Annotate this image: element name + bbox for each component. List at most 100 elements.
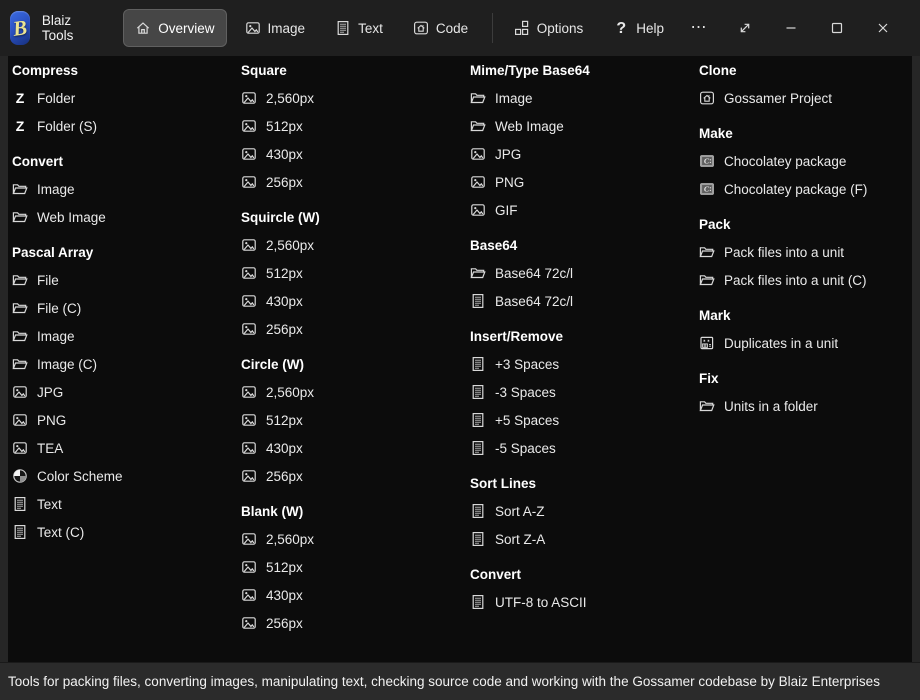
item-label: Base64 72c/l — [495, 266, 573, 281]
tool-section: ConvertImageWeb Image — [12, 149, 241, 231]
tool-column-3: Mime/Type Base64ImageWeb ImageJPGPNGGIFB… — [470, 58, 699, 662]
item-label: Text — [37, 497, 62, 512]
tool-item[interactable]: 2,560px — [241, 84, 470, 112]
text-doc-icon — [12, 524, 28, 540]
tool-item[interactable]: 2,560px — [241, 378, 470, 406]
tool-section: Sort LinesSort A-ZSort Z-A — [470, 471, 699, 553]
tool-item[interactable]: 256px — [241, 315, 470, 343]
tool-item[interactable]: Base64 72c/l — [470, 287, 699, 315]
tool-section: FixUnits in a folder — [699, 366, 912, 420]
item-label: 2,560px — [266, 385, 314, 400]
section-title: Fix — [699, 366, 912, 392]
tool-item[interactable]: 430px — [241, 287, 470, 315]
text-doc-icon — [12, 496, 28, 512]
tool-section: PackPack files into a unitPack files int… — [699, 212, 912, 294]
tool-item[interactable]: File — [12, 266, 241, 294]
duplicates-icon — [699, 335, 715, 351]
tool-item[interactable]: 2,560px — [241, 231, 470, 259]
code-window-icon — [413, 20, 429, 36]
titlebar-menu: Options? Help — [502, 9, 676, 47]
help-button[interactable]: ? Help — [601, 9, 676, 47]
folder-icon — [12, 356, 28, 372]
tool-item[interactable]: JPG — [470, 140, 699, 168]
item-label: 430px — [266, 294, 303, 309]
tab-code[interactable]: Code — [401, 9, 480, 47]
text-doc-icon — [470, 440, 486, 456]
section-title: Squircle (W) — [241, 205, 470, 231]
options-button[interactable]: Options — [502, 9, 596, 47]
tool-item[interactable]: Units in a folder — [699, 392, 912, 420]
item-label: 430px — [266, 441, 303, 456]
tool-item[interactable]: Text (C) — [12, 518, 241, 546]
tool-item[interactable]: 430px — [241, 434, 470, 462]
tool-section: ConvertUTF-8 to ASCII — [470, 562, 699, 616]
tool-item[interactable]: -3 Spaces — [470, 378, 699, 406]
titlebar-divider — [492, 13, 493, 43]
tool-item[interactable]: 256px — [241, 462, 470, 490]
tab-overview[interactable]: Overview — [123, 9, 226, 47]
tab-label: Overview — [158, 21, 214, 36]
tool-item[interactable]: 256px — [241, 168, 470, 196]
tool-item[interactable]: Sort Z-A — [470, 525, 699, 553]
tool-item[interactable]: Pack files into a unit (C) — [699, 266, 912, 294]
folder-icon — [470, 118, 486, 134]
tool-item[interactable]: -5 Spaces — [470, 434, 699, 462]
tool-item[interactable]: 512px — [241, 112, 470, 140]
tool-item[interactable]: 2,560px — [241, 525, 470, 553]
tool-item[interactable]: Gossamer Project — [699, 84, 912, 112]
tool-item[interactable]: ZFolder (S) — [12, 112, 241, 140]
tool-item[interactable]: +5 Spaces — [470, 406, 699, 434]
tool-item[interactable]: Duplicates in a unit — [699, 329, 912, 357]
tool-item[interactable]: Pack files into a unit — [699, 238, 912, 266]
expand-button[interactable] — [722, 11, 768, 45]
close-button[interactable] — [860, 11, 906, 45]
color-wheel-icon — [12, 468, 28, 484]
tool-item[interactable]: 256px — [241, 609, 470, 637]
tool-item[interactable]: PNG — [470, 168, 699, 196]
tool-item[interactable]: 512px — [241, 259, 470, 287]
tool-item[interactable]: Web Image — [470, 112, 699, 140]
tool-item[interactable]: CChocolatey package (F) — [699, 175, 912, 203]
tool-item[interactable]: GIF — [470, 196, 699, 224]
tool-item[interactable]: Image — [12, 322, 241, 350]
tab-image[interactable]: Image — [233, 9, 318, 47]
tool-item[interactable]: Color Scheme — [12, 462, 241, 490]
maximize-button[interactable] — [814, 11, 860, 45]
tool-item[interactable]: 512px — [241, 553, 470, 581]
help-icon: ? — [613, 20, 629, 36]
item-label: -3 Spaces — [495, 385, 556, 400]
app-title: Blaiz Tools — [42, 13, 79, 43]
tool-item[interactable]: 512px — [241, 406, 470, 434]
tab-text[interactable]: Text — [323, 9, 395, 47]
image-icon — [241, 293, 257, 309]
section-title: Square — [241, 58, 470, 84]
tool-item[interactable]: JPG — [12, 378, 241, 406]
tool-item[interactable]: 430px — [241, 140, 470, 168]
tool-item[interactable]: Sort A-Z — [470, 497, 699, 525]
tool-item[interactable]: Text — [12, 490, 241, 518]
more-button[interactable]: ⋯ — [676, 11, 722, 45]
tool-item[interactable]: Image — [470, 84, 699, 112]
tool-item[interactable]: 430px — [241, 581, 470, 609]
tool-item[interactable]: Image (C) — [12, 350, 241, 378]
window-edge-left — [0, 56, 8, 662]
tool-item[interactable]: +3 Spaces — [470, 350, 699, 378]
item-label: 256px — [266, 616, 303, 631]
tool-item[interactable]: Base64 72c/l — [470, 259, 699, 287]
tool-item[interactable]: File (C) — [12, 294, 241, 322]
tool-item[interactable]: ZFolder — [12, 84, 241, 112]
image-icon — [241, 440, 257, 456]
tool-item[interactable]: UTF-8 to ASCII — [470, 588, 699, 616]
image-icon — [241, 265, 257, 281]
tool-item[interactable]: PNG — [12, 406, 241, 434]
tool-item[interactable]: CChocolatey package — [699, 147, 912, 175]
item-label: Image — [37, 182, 75, 197]
tool-section: Circle (W)2,560px512px430px256px — [241, 352, 470, 490]
minimize-button[interactable] — [768, 11, 814, 45]
menu-label: Help — [636, 21, 664, 36]
tool-item[interactable]: Image — [12, 175, 241, 203]
item-label: Pack files into a unit (C) — [724, 273, 867, 288]
tool-item[interactable]: Web Image — [12, 203, 241, 231]
tool-item[interactable]: TEA — [12, 434, 241, 462]
item-label: Text (C) — [37, 525, 84, 540]
